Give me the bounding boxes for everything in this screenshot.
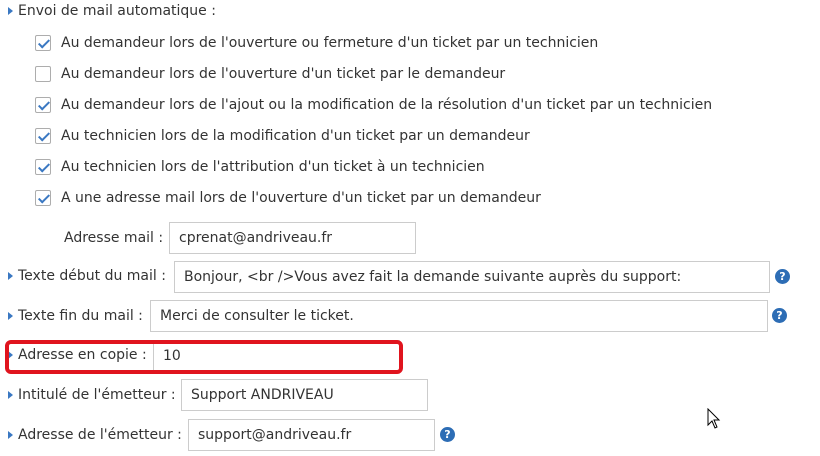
checkbox-label: Au technicien lors de l'attribution d'un… <box>61 159 485 175</box>
checkbox-notify-requester-open-by-requester[interactable] <box>35 66 51 82</box>
checkbox-label: Au demandeur lors de l'ajout ou la modif… <box>61 97 713 113</box>
checkbox-notify-technician-modification[interactable] <box>35 128 51 144</box>
help-icon[interactable]: ? <box>440 427 455 442</box>
section-title: Envoi de mail automatique : <box>18 3 216 19</box>
caret-right-icon <box>8 272 13 280</box>
texte-fin-input[interactable]: Merci de consulter le ticket. <box>150 300 768 332</box>
checkbox-notify-address-open[interactable] <box>35 190 51 206</box>
checkbox-label: A une adresse mail lors de l'ouverture d… <box>61 190 541 206</box>
intitule-emetteur-label: Intitulé de l'émetteur : <box>18 387 176 403</box>
texte-fin-label: Texte fin du mail : <box>18 308 143 324</box>
checkbox-label: Au demandeur lors de l'ouverture ou ferm… <box>61 35 599 51</box>
checkbox-label: Au demandeur lors de l'ouverture d'un ti… <box>61 66 506 82</box>
highlight-box <box>5 340 403 374</box>
checkbox-notify-requester-resolution[interactable] <box>35 97 51 113</box>
help-icon[interactable]: ? <box>772 308 787 323</box>
adresse-emetteur-label: Adresse de l'émetteur : <box>18 427 182 443</box>
texte-debut-label: Texte début du mail : <box>18 268 166 284</box>
texte-debut-input[interactable]: Bonjour, <br />Vous avez fait la demande… <box>174 261 770 293</box>
caret-right-icon <box>8 391 13 399</box>
help-icon[interactable]: ? <box>775 269 790 284</box>
intitule-emetteur-input[interactable]: Support ANDRIVEAU <box>181 379 428 411</box>
checkbox-notify-technician-assignment[interactable] <box>35 159 51 175</box>
adresse-mail-input[interactable]: cprenat@andriveau.fr <box>169 222 416 254</box>
adresse-emetteur-input[interactable]: support@andriveau.fr <box>188 419 435 451</box>
checkbox-label: Au technicien lors de la modification d'… <box>61 128 530 144</box>
adresse-mail-label: Adresse mail : <box>64 230 164 246</box>
caret-right-icon <box>8 312 13 320</box>
mouse-cursor-icon <box>707 408 721 429</box>
checkbox-notify-requester-open-close[interactable] <box>35 35 51 51</box>
caret-right-icon <box>8 7 13 15</box>
caret-right-icon <box>8 431 13 439</box>
